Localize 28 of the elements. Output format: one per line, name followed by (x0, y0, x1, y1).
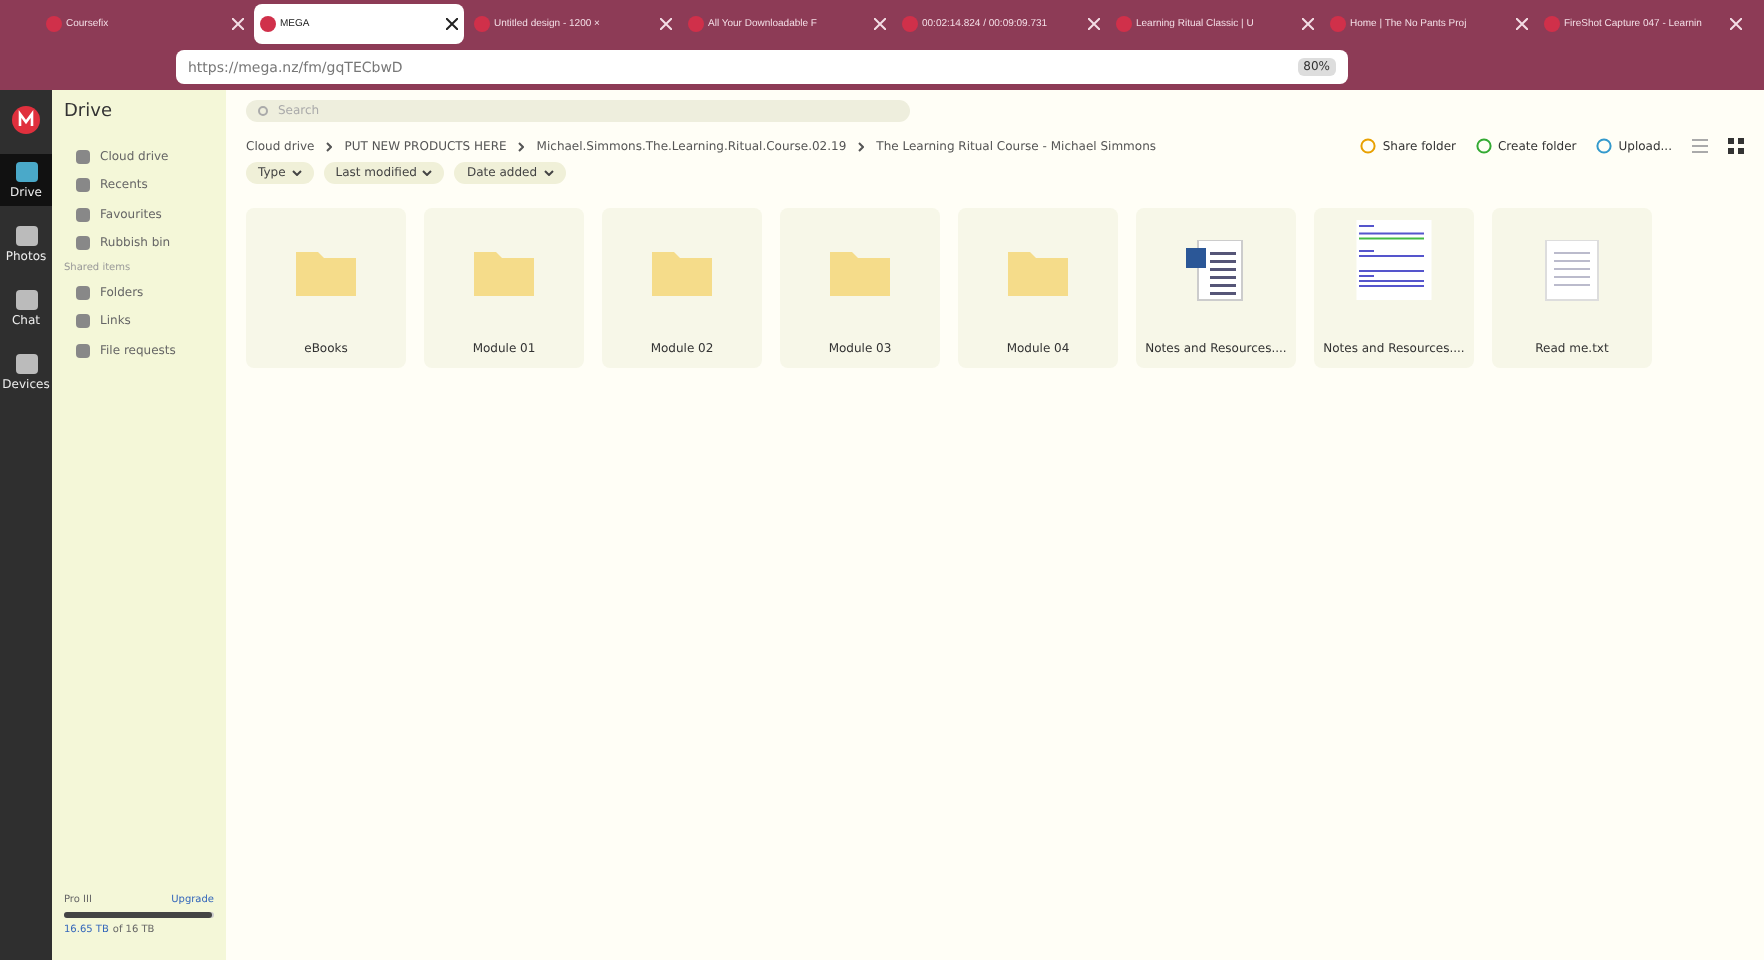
app-icon (13, 352, 39, 376)
caret-icon (543, 170, 554, 176)
search-icon (258, 105, 270, 117)
favicon-icon (1330, 16, 1346, 32)
caret-icon (422, 170, 433, 176)
app-icon (13, 288, 39, 312)
favicon-icon (688, 16, 704, 32)
action-icon (1360, 138, 1377, 154)
app-icon (13, 160, 39, 184)
grid-view-icon[interactable] (1728, 138, 1744, 154)
sidebar-title: Drive (64, 102, 114, 122)
favicon-icon (1544, 16, 1560, 32)
chevron-icon (858, 141, 865, 151)
favicon-icon (902, 16, 918, 32)
favicon-icon (1116, 16, 1132, 32)
logo-icon[interactable] (12, 106, 40, 134)
close-icon[interactable] (446, 18, 458, 30)
chevron-icon (518, 141, 525, 151)
favicon-icon (260, 16, 276, 32)
favicon-icon (46, 16, 62, 32)
document-icon (1186, 240, 1246, 304)
favicon-icon (474, 16, 490, 32)
text-file-icon (1542, 240, 1602, 304)
action-icon (1475, 138, 1492, 154)
app-icon (13, 224, 39, 248)
caret-icon (291, 170, 302, 176)
action-icon (1596, 138, 1613, 154)
chevron-icon (326, 141, 333, 151)
